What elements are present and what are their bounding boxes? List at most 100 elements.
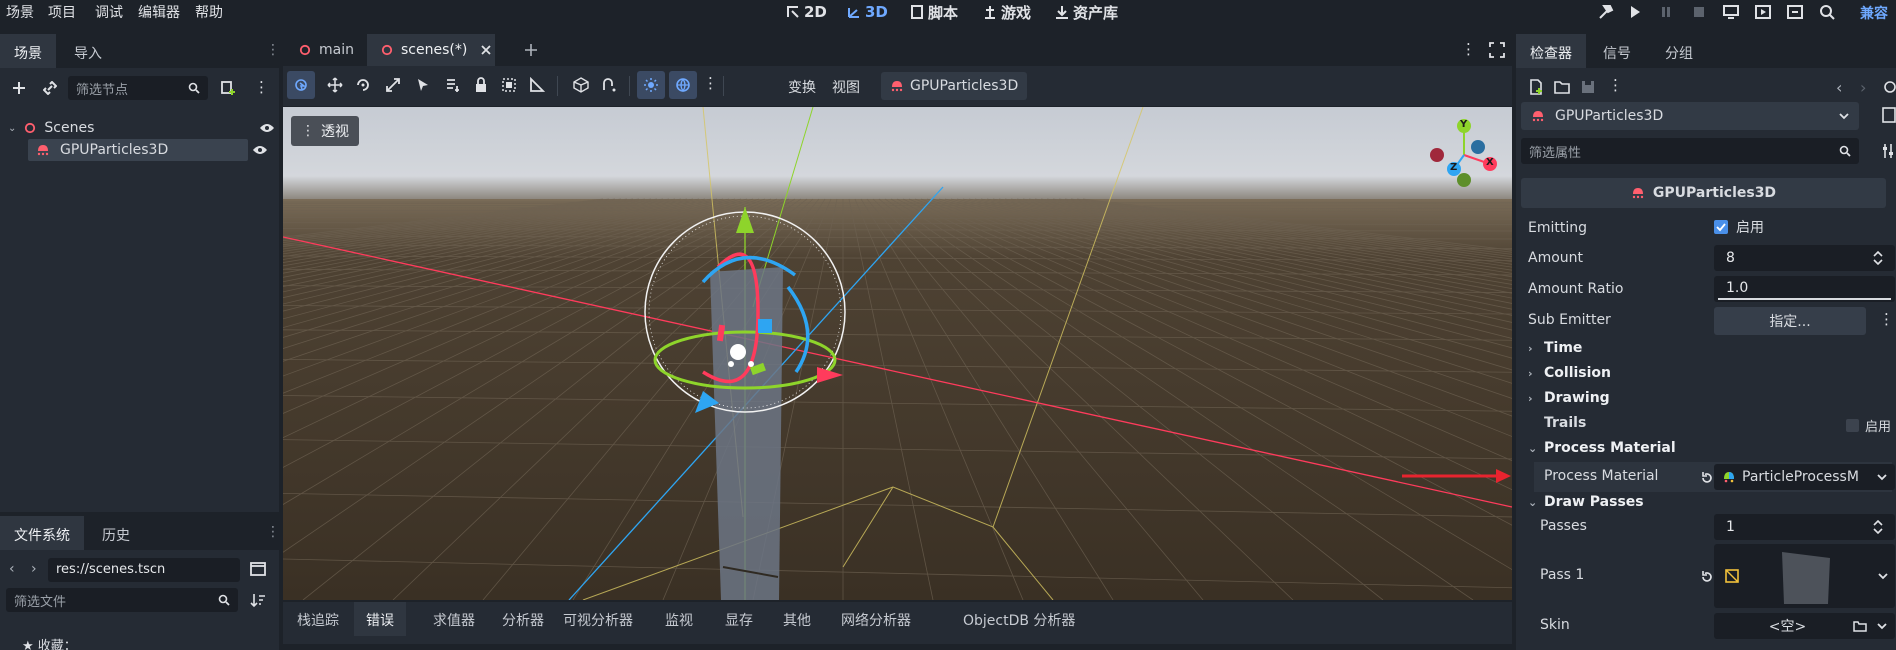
view-menu[interactable]: 视图: [832, 77, 860, 97]
play-scene-icon[interactable]: [1753, 2, 1773, 22]
tab-evaluator[interactable]: 求值器: [421, 602, 487, 636]
section-draw-passes[interactable]: ⌄ Draw Passes: [1528, 494, 1644, 510]
select-mode-icon[interactable]: [287, 71, 315, 99]
revert-icon[interactable]: [1700, 471, 1714, 485]
open-folder-icon[interactable]: [1554, 79, 1570, 95]
sub-emitter-menu-icon[interactable]: ⋮: [1879, 310, 1894, 328]
inspector-node-select[interactable]: GPUParticles3D: [1521, 102, 1859, 130]
add-node-icon[interactable]: [10, 79, 28, 97]
menu-debug[interactable]: 调试: [95, 2, 123, 22]
nav-forward-icon[interactable]: ›: [31, 561, 37, 577]
sub-emitter-assign-button[interactable]: 指定...: [1714, 307, 1866, 335]
menu-editor[interactable]: 编辑器: [138, 2, 180, 22]
split-view-icon[interactable]: [250, 561, 266, 577]
section-time[interactable]: › Time: [1528, 340, 1582, 356]
new-resource-icon[interactable]: [1528, 79, 1544, 95]
visibility-eye-icon[interactable]: [252, 144, 268, 156]
tab-monitors[interactable]: 监视: [653, 602, 705, 636]
spin-arrows-icon[interactable]: [1873, 520, 1883, 534]
filter-settings-icon[interactable]: [1882, 142, 1896, 160]
tab-stack-trace[interactable]: 栈追踪: [285, 602, 351, 636]
renderer-compat-label[interactable]: 兼容: [1860, 3, 1888, 23]
tab-errors[interactable]: 错误: [354, 602, 406, 636]
close-icon[interactable]: [481, 45, 491, 55]
play-custom-icon[interactable]: [1785, 2, 1805, 22]
trails-checkbox[interactable]: 启用: [1846, 416, 1891, 435]
file-filter-input[interactable]: 筛选文件: [6, 588, 238, 612]
snap-icon[interactable]: [595, 71, 623, 99]
nav-back-icon[interactable]: ‹: [9, 561, 15, 577]
lock-icon[interactable]: [467, 71, 495, 99]
play-icon[interactable]: [1625, 2, 1645, 22]
menu-scene[interactable]: 场景: [6, 2, 34, 22]
tab-network-profiler[interactable]: 网络分析器: [829, 602, 923, 636]
list-select-icon[interactable]: [439, 71, 467, 99]
load-resource-icon[interactable]: [1853, 619, 1867, 633]
node-docs-icon[interactable]: [1882, 106, 1896, 124]
mode-script-button[interactable]: 脚本: [910, 1, 958, 23]
tab-history[interactable]: 历史: [88, 516, 144, 550]
mode-2d-button[interactable]: 2D: [786, 1, 827, 23]
tab-filesystem[interactable]: 文件系统: [0, 516, 84, 550]
move-mode-icon[interactable]: [321, 71, 349, 99]
tab-video-ram[interactable]: 显存: [713, 602, 765, 636]
tab-profiler[interactable]: 分析器: [490, 602, 556, 636]
scale-mode-icon[interactable]: [379, 71, 407, 99]
tab-scene[interactable]: 场景: [0, 34, 56, 68]
pause-icon[interactable]: [1656, 2, 1676, 22]
tab-inspector[interactable]: 检查器: [1516, 34, 1586, 68]
local-space-icon[interactable]: [567, 71, 595, 99]
ruler-icon[interactable]: [523, 71, 551, 99]
skin-resource[interactable]: <空>: [1714, 613, 1895, 639]
rotate-mode-icon[interactable]: [349, 71, 377, 99]
movie-icon[interactable]: [1817, 2, 1837, 22]
amount-spinbox[interactable]: 8: [1714, 245, 1895, 271]
sort-icon[interactable]: [250, 592, 266, 608]
3d-viewport[interactable]: ⋮ 透视 Y X Z: [283, 107, 1512, 600]
tab-objectdb-profiler[interactable]: ObjectDB 分析器: [951, 602, 1087, 636]
mode-assetlib-button[interactable]: 资产库: [1055, 1, 1118, 23]
property-filter-input[interactable]: 筛选属性: [1521, 138, 1859, 164]
preview-menu-dots-icon[interactable]: ⋮: [703, 74, 718, 92]
section-process-material[interactable]: ⌄ Process Material: [1528, 440, 1676, 456]
tab-main[interactable]: main: [283, 34, 365, 66]
perspective-menu-button[interactable]: ⋮ 透视: [291, 116, 359, 146]
stop-icon[interactable]: [1689, 2, 1709, 22]
history-icon[interactable]: [1882, 79, 1896, 95]
tab-import[interactable]: 导入: [60, 34, 116, 68]
menu-project[interactable]: 项目: [48, 2, 76, 22]
scene-menu-dots-icon[interactable]: ⋮: [254, 78, 269, 96]
revert-icon[interactable]: [1700, 570, 1714, 584]
favorites-item[interactable]: ★ 收藏：: [22, 635, 77, 650]
tab-groups[interactable]: 分组: [1651, 34, 1707, 68]
amount-ratio-slider[interactable]: 1.0: [1714, 276, 1895, 302]
emitting-checkbox[interactable]: 启用: [1714, 217, 1764, 237]
history-back-icon[interactable]: ‹: [1836, 78, 1842, 97]
save-icon[interactable]: [1580, 79, 1596, 95]
distraction-free-icon[interactable]: [1489, 42, 1505, 58]
attach-script-icon[interactable]: [219, 79, 237, 97]
dock-menu-dots-icon[interactable]: ⋮: [266, 42, 280, 58]
visibility-eye-icon[interactable]: [259, 122, 275, 134]
menu-help[interactable]: 帮助: [195, 2, 223, 22]
environment-preview-icon[interactable]: [669, 71, 697, 99]
mode-3d-button[interactable]: 3D: [847, 1, 888, 23]
section-drawing[interactable]: › Drawing: [1528, 390, 1610, 406]
history-forward-icon[interactable]: ›: [1860, 78, 1866, 97]
orientation-gizmo[interactable]: Y X Z: [1426, 118, 1502, 188]
pointer-icon[interactable]: [409, 71, 437, 99]
passes-spinbox[interactable]: 1: [1714, 514, 1895, 540]
path-field[interactable]: res://scenes.tscn: [48, 558, 240, 582]
mode-game-button[interactable]: 游戏: [983, 1, 1031, 23]
group-icon[interactable]: [495, 71, 523, 99]
tab-visual-profiler[interactable]: 可视分析器: [551, 602, 645, 636]
pass1-mesh-resource[interactable]: [1714, 544, 1895, 608]
tree-row-scenes[interactable]: ⌄ Scenes: [0, 117, 275, 139]
dock-menu-dots-icon[interactable]: ⋮: [266, 524, 280, 540]
tree-row-gpuparticles3d[interactable]: GPUParticles3D: [28, 139, 248, 161]
hammer-icon[interactable]: [1596, 2, 1616, 22]
link-icon[interactable]: [41, 79, 59, 97]
tabs-menu-dots-icon[interactable]: ⋮: [1461, 40, 1476, 58]
inspector-menu-dots-icon[interactable]: ⋮: [1608, 76, 1623, 94]
tab-signals[interactable]: 信号: [1589, 34, 1645, 68]
